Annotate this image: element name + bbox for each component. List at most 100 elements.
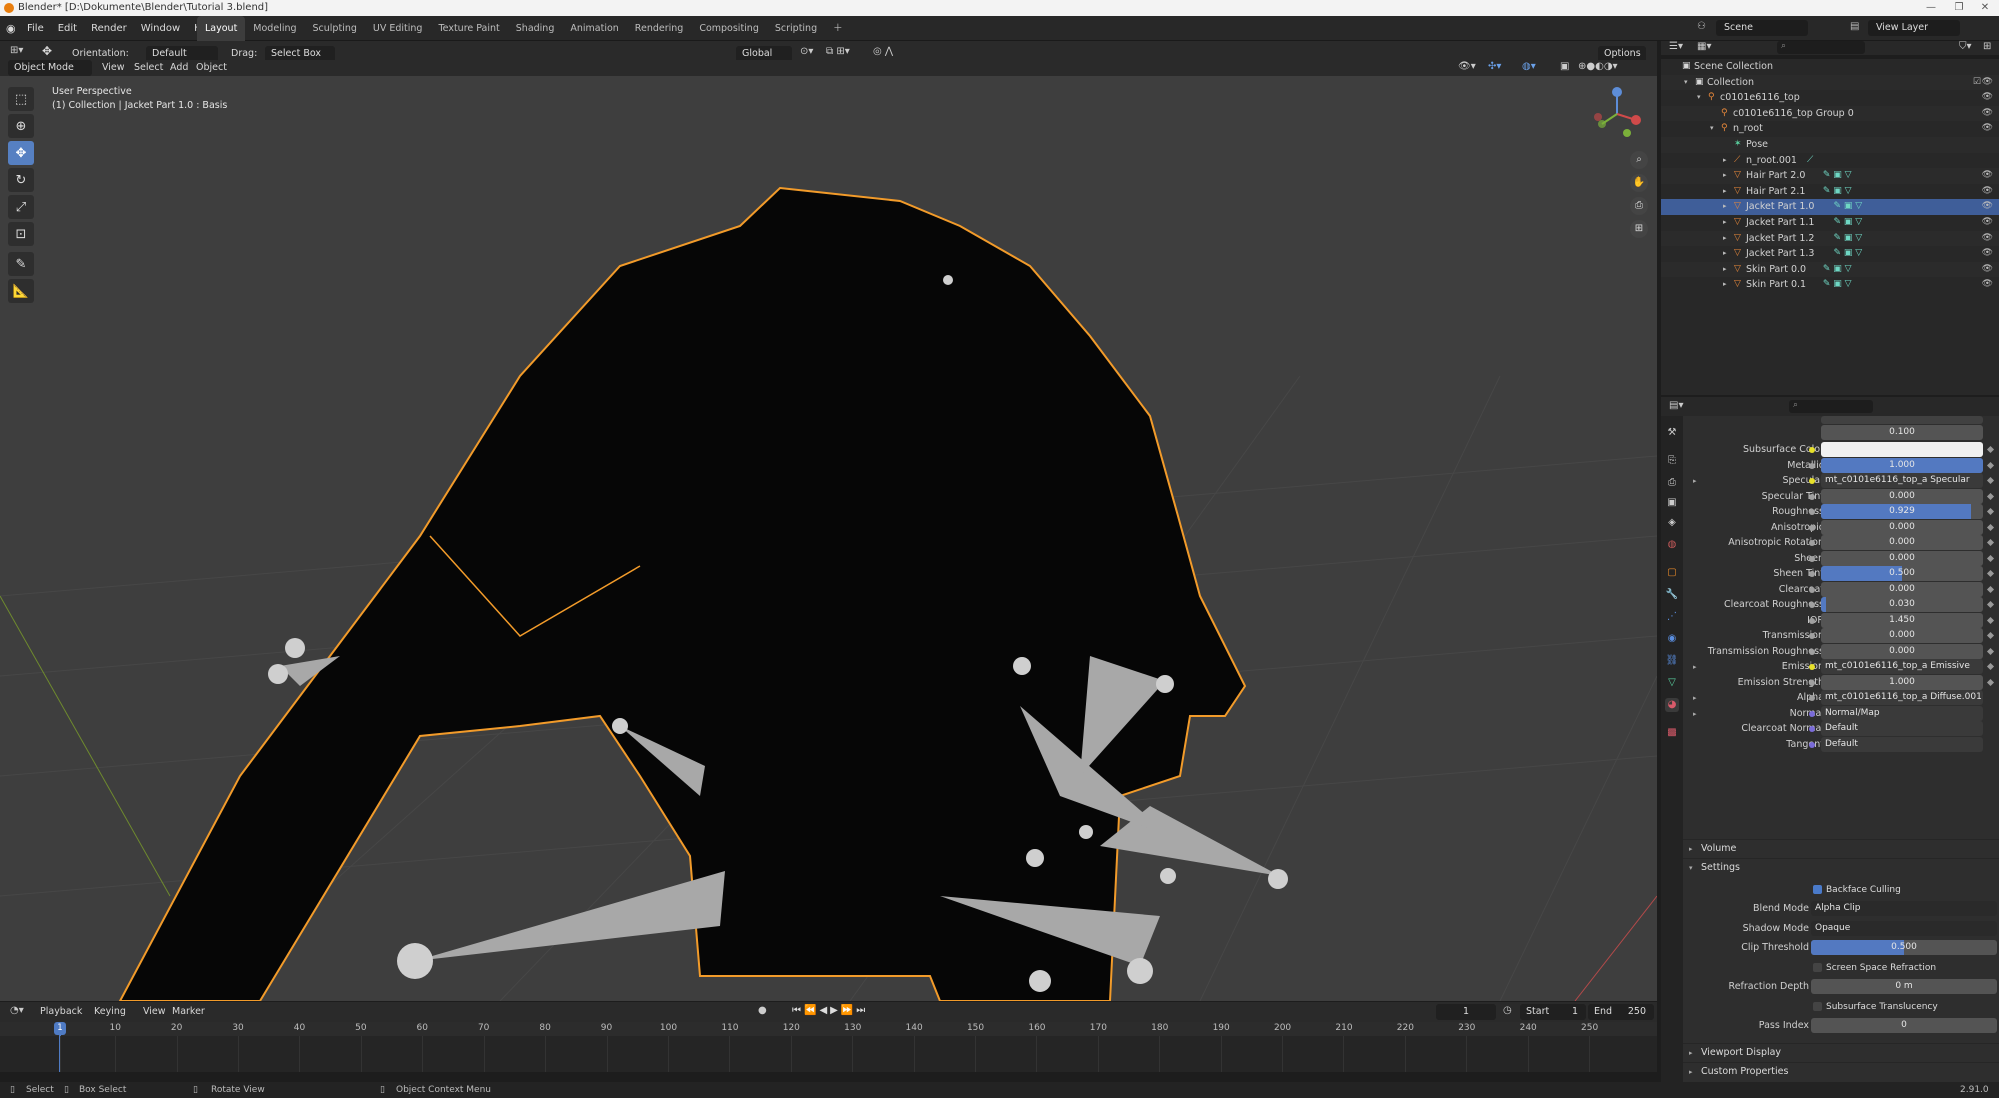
property-slider[interactable]: 0.500 <box>1821 566 1983 581</box>
section-settings[interactable]: ▾ Settings <box>1683 858 1999 876</box>
property-slider[interactable]: 0.000 <box>1821 643 1983 659</box>
material-properties[interactable]: 0.100 Subsurface Color Metallic 1.000 ▸ Spec… <box>1683 416 1999 1082</box>
pass-index-field[interactable]: 0 <box>1811 1018 1997 1033</box>
socket-dot-icon[interactable] <box>1809 447 1815 453</box>
start-frame-field[interactable]: Start 1 <box>1520 1004 1586 1020</box>
property-slider[interactable]: 1.000 <box>1821 674 1983 690</box>
tab-shading[interactable]: Shading <box>508 16 563 41</box>
expand-socket-icon[interactable]: ▸ <box>1693 473 1697 489</box>
socket-dot-icon[interactable] <box>1809 586 1815 593</box>
timeline-menu-playback[interactable]: Playback <box>40 1004 82 1020</box>
timeline-menu-keying[interactable]: Keying <box>94 1004 126 1020</box>
outliner-search-input[interactable]: ⌕ <box>1777 41 1865 54</box>
tool-tab-icon[interactable]: ⚒ <box>1665 426 1679 440</box>
outliner-row[interactable]: ▸ ▽ Skin Part 0.0 ✎ ▣ ▽ 👁 <box>1661 261 1999 278</box>
add-workspace-icon[interactable]: ＋ <box>825 16 851 41</box>
close-icon[interactable]: ✕ <box>1971 0 1999 16</box>
keyframe-icon[interactable] <box>1986 600 1995 609</box>
socket-dot-icon[interactable] <box>1809 679 1815 686</box>
outliner-row[interactable]: ▸ ▽ Jacket Part 1.0 ✎ ▣ ▽ 👁 <box>1661 199 1999 215</box>
color-swatch[interactable] <box>1821 442 1983 457</box>
properties-search-input[interactable]: ⌕ <box>1789 400 1873 413</box>
socket-dot-icon[interactable] <box>1809 602 1815 608</box>
property-slider[interactable]: 0.929 <box>1821 504 1983 519</box>
scene-tab-icon[interactable]: ◈ <box>1665 516 1679 530</box>
property-slider[interactable]: 1.450 <box>1821 612 1983 628</box>
expand-arrow-icon[interactable]: ▸ <box>1723 277 1727 293</box>
keyframe-icon[interactable] <box>1986 554 1995 562</box>
keyframe-icon[interactable] <box>1986 631 1995 640</box>
visibility-eye-icon[interactable]: 👁 <box>1982 231 1993 247</box>
visibility-eye-icon[interactable]: 👁 <box>1982 184 1993 200</box>
outliner-row[interactable]: ▣ Scene Collection <box>1661 59 1999 75</box>
keyframe-icon[interactable] <box>1986 585 1995 593</box>
record-icon[interactable]: ● <box>758 1005 767 1016</box>
viewport-menu-add[interactable]: Add <box>170 60 188 76</box>
visibility-eye-icon[interactable]: 👁 <box>1982 106 1993 122</box>
outliner-row[interactable]: ▸ ▽ Skin Part 0.1 ✎ ▣ ▽ 👁 <box>1661 277 1999 293</box>
viewport-menu-object[interactable]: Object <box>196 60 227 76</box>
outliner-row[interactable]: ▸ ⟋ n_root.001 ⟋ <box>1661 153 1999 169</box>
view-layer-tab-icon[interactable]: ▣ <box>1665 496 1679 510</box>
keyframe-icon[interactable] <box>1986 523 1995 531</box>
rotate-tool-icon[interactable]: ↻ <box>8 168 34 192</box>
exclude-checkbox-icon[interactable]: ☑ <box>1973 75 1981 91</box>
current-frame-field[interactable]: 1 <box>1436 1004 1496 1020</box>
modifier-data-icons[interactable]: ✎ ▣ ▽ <box>1823 184 1852 200</box>
section-custom-properties[interactable]: ▸ Custom Properties <box>1683 1062 1999 1080</box>
expand-socket-icon[interactable]: ▸ <box>1693 706 1697 722</box>
render-tab-icon[interactable]: ⎘ <box>1665 454 1679 468</box>
socket-dot-icon[interactable] <box>1809 524 1815 531</box>
tab-animation[interactable]: Animation <box>562 16 626 41</box>
data-tab-icon[interactable]: ▽ <box>1665 676 1679 690</box>
linked-node-field[interactable]: Default <box>1821 736 1983 752</box>
outliner-editor-icon[interactable]: ☰▾ <box>1669 41 1683 52</box>
visibility-eye-icon[interactable]: 👁 <box>1982 246 1993 262</box>
timeline-menu-marker[interactable]: Marker <box>172 1004 205 1020</box>
property-slider[interactable]: 0.000 <box>1821 488 1983 504</box>
tab-texture-paint[interactable]: Texture Paint <box>430 16 507 41</box>
outliner-row[interactable]: ▾ ▣ Collection ☑ 👁 <box>1661 74 1999 91</box>
property-subsurface-radius-z[interactable]: 0.100 <box>1821 425 1983 440</box>
snap-icon[interactable]: ⧉ ⊞▾ <box>826 46 850 57</box>
socket-dot-icon[interactable] <box>1809 509 1815 515</box>
filter-icon[interactable]: ⛉▾ <box>1959 41 1972 52</box>
socket-dot-icon[interactable] <box>1809 741 1815 748</box>
editor-type-icon[interactable]: ⊞▾ <box>10 45 23 56</box>
shading-modes-icon[interactable]: ⊕●◐◑▾ <box>1578 61 1618 72</box>
clip-threshold-slider[interactable]: 0.500 <box>1811 940 1997 955</box>
property-slider[interactable]: 0.000 <box>1821 535 1983 550</box>
texture-tab-icon[interactable]: ▩ <box>1665 726 1679 740</box>
socket-dot-icon[interactable] <box>1809 664 1815 670</box>
property-slider[interactable]: 0.000 <box>1821 581 1983 597</box>
expand-arrow-icon[interactable]: ▸ <box>1723 246 1727 262</box>
subsurface-translucency-checkbox[interactable] <box>1813 1002 1822 1011</box>
keyframe-icon[interactable] <box>1986 492 1995 500</box>
socket-dot-icon[interactable] <box>1809 493 1815 500</box>
jacket-mesh[interactable] <box>118 186 1247 1001</box>
ortho-grid-icon[interactable]: ⊞ <box>1630 220 1648 238</box>
visibility-eye-icon[interactable]: 👁 <box>1982 262 1993 278</box>
modifier-data-icons[interactable]: ✎ ▣ ▽ <box>1823 277 1852 293</box>
output-tab-icon[interactable]: ⎙ <box>1665 476 1679 490</box>
modifier-data-icons[interactable]: ✎ ▣ ▽ <box>1823 168 1852 184</box>
keyframe-icon[interactable] <box>1986 678 1995 686</box>
viewport-menu-view[interactable]: View <box>102 60 125 76</box>
visibility-eye-icon[interactable]: 👁 <box>1982 199 1993 215</box>
socket-dot-icon[interactable] <box>1809 540 1815 546</box>
keyframe-icon[interactable] <box>1986 569 1995 578</box>
linked-node-field[interactable]: mt_c0101e6116_top_a Specular <box>1821 473 1983 488</box>
socket-dot-icon[interactable] <box>1809 695 1815 701</box>
keyframe-icon[interactable] <box>1986 476 1995 485</box>
modifier-tab-icon[interactable]: 🔧 <box>1665 588 1679 602</box>
expand-arrow-icon[interactable]: ▸ <box>1723 231 1727 247</box>
outliner[interactable]: ▣ Scene Collection ▾ ▣ Collection ☑ 👁 ▾ ⚲ c0101e6… <box>1661 59 1999 395</box>
outliner-row[interactable]: ▸ ▽ Jacket Part 1.3 ✎ ▣ ▽ 👁 <box>1661 246 1999 262</box>
maximize-icon[interactable]: ❐ <box>1945 0 1973 16</box>
constraints-tab-icon[interactable]: ⛓ <box>1665 654 1679 668</box>
keyframe-icon[interactable] <box>1986 538 1995 547</box>
modifier-data-icons[interactable]: ✎ ▣ ▽ <box>1823 262 1852 278</box>
display-mode-icon[interactable]: ▦▾ <box>1697 41 1711 52</box>
object-tab-icon[interactable]: ▢ <box>1665 566 1679 580</box>
tab-sculpting[interactable]: Sculpting <box>305 16 365 41</box>
